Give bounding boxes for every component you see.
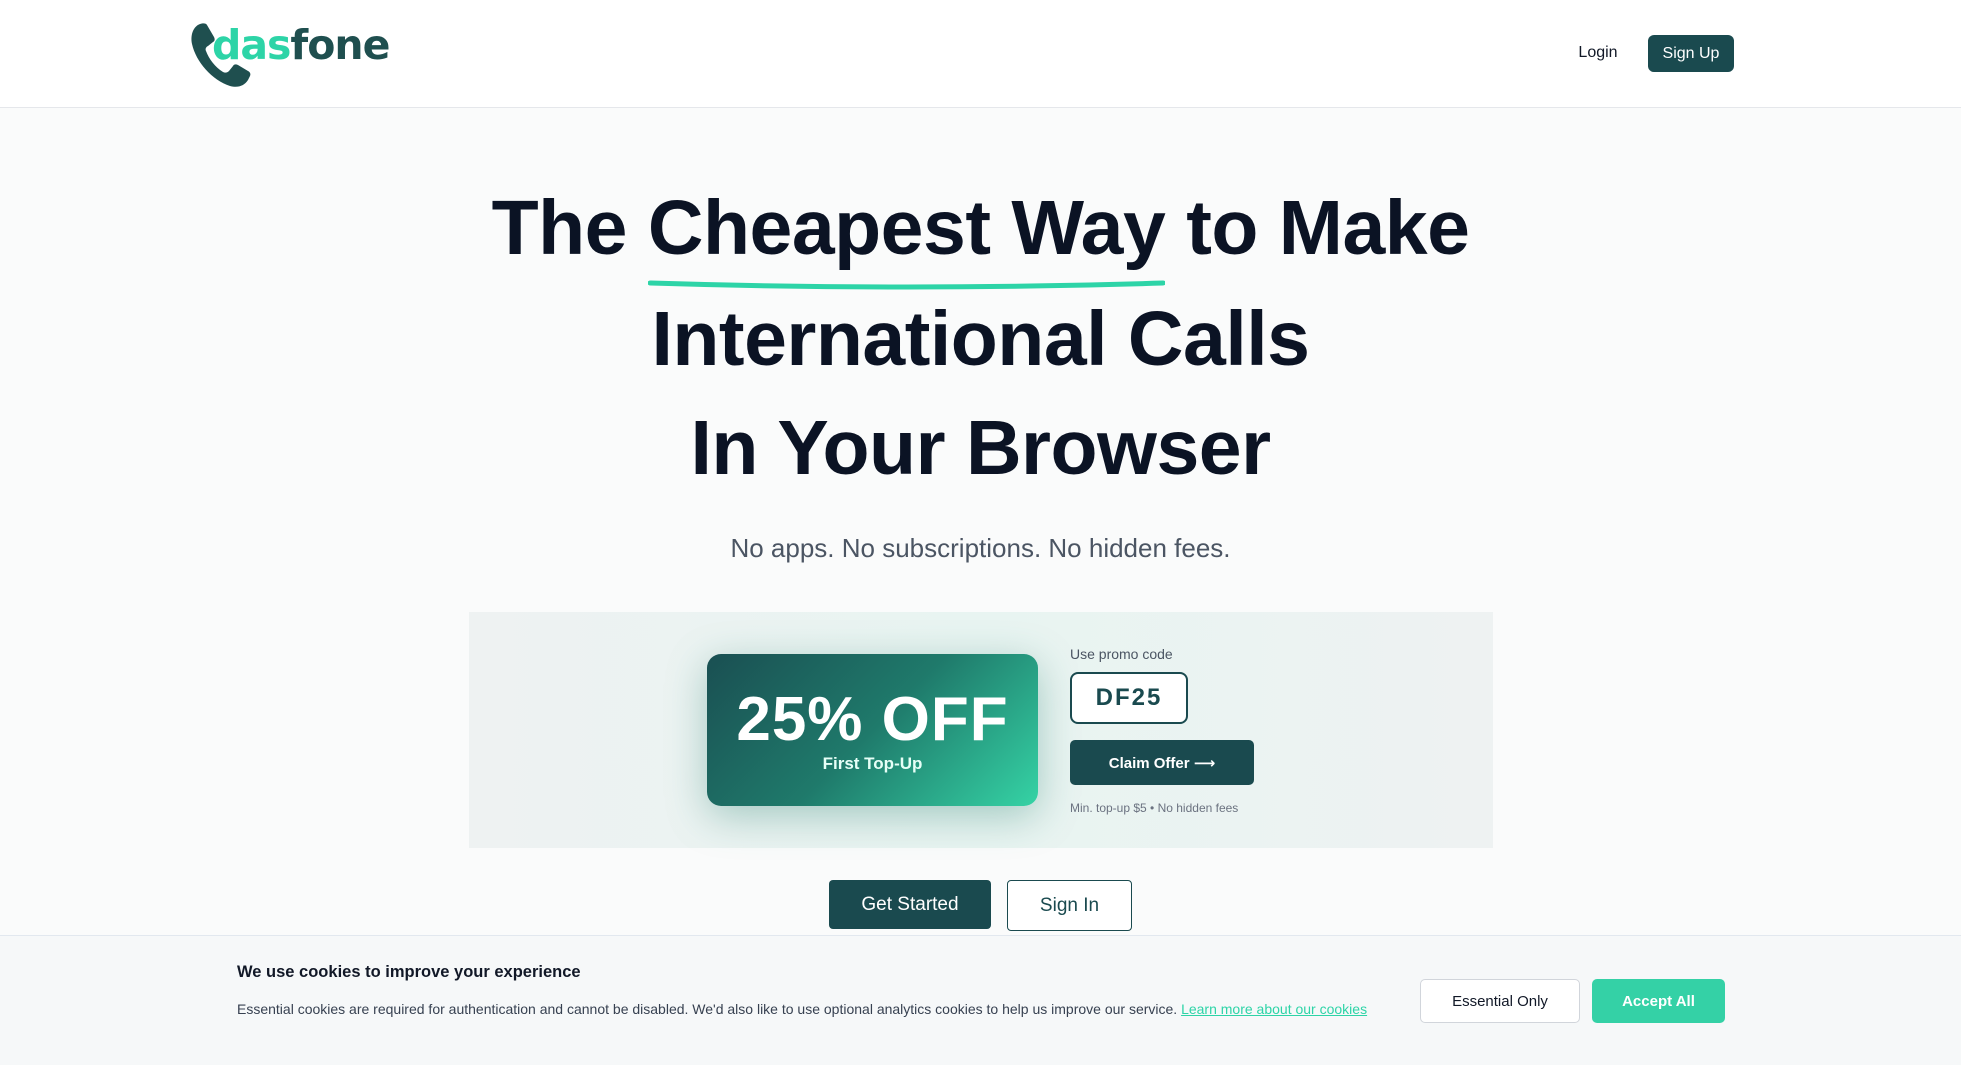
signup-button[interactable]: Sign Up bbox=[1648, 35, 1734, 72]
cookie-text: Essential cookies are required for authe… bbox=[237, 1001, 1182, 1017]
cookie-title: We use cookies to improve your experienc… bbox=[237, 963, 581, 981]
promo-code-label: Use promo code bbox=[1070, 646, 1173, 662]
logo-wordmark: dasfone bbox=[212, 21, 390, 69]
site-header: dasfone Login Sign Up bbox=[0, 0, 1961, 108]
hero-headline-line-1: The Cheapest Way to Make bbox=[0, 190, 1961, 290]
claim-offer-button[interactable]: Claim Offer ⟶ bbox=[1070, 740, 1254, 785]
accept-all-button[interactable]: Accept All bbox=[1592, 979, 1725, 1023]
highlight-underline bbox=[647, 280, 1166, 290]
dasfone-logo[interactable]: dasfone bbox=[190, 18, 390, 88]
cookie-description: Essential cookies are required for authe… bbox=[237, 998, 1397, 1020]
hero-subtitle: No apps. No subscriptions. No hidden fee… bbox=[730, 533, 1231, 563]
hero-highlight: Cheapest Way bbox=[647, 190, 1166, 290]
hero-headline-line-3: In Your Browser bbox=[690, 405, 1271, 491]
hero-text-pre: The bbox=[491, 185, 648, 271]
sign-in-button[interactable]: Sign In bbox=[1007, 880, 1132, 931]
promo-code-box[interactable]: DF25 bbox=[1070, 672, 1188, 724]
discount-subtitle: First Top-Up bbox=[822, 754, 923, 773]
login-link[interactable]: Login bbox=[1562, 40, 1634, 66]
discount-card: 25% OFF First Top-Up bbox=[707, 654, 1038, 806]
hero-highlight-text: Cheapest Way bbox=[647, 185, 1166, 271]
hero-text-post: to Make bbox=[1165, 185, 1470, 271]
essential-only-button[interactable]: Essential Only bbox=[1420, 979, 1580, 1023]
get-started-button[interactable]: Get Started bbox=[829, 880, 991, 929]
cookie-learn-more-link[interactable]: Learn more about our cookies bbox=[1181, 1001, 1367, 1017]
discount-amount: 25% OFF bbox=[736, 685, 1009, 754]
cookie-banner: We use cookies to improve your experienc… bbox=[0, 935, 1961, 1065]
hero-headline-line-2: International Calls bbox=[651, 296, 1310, 382]
promo-note: Min. top-up $5 • No hidden fees bbox=[1070, 801, 1239, 815]
